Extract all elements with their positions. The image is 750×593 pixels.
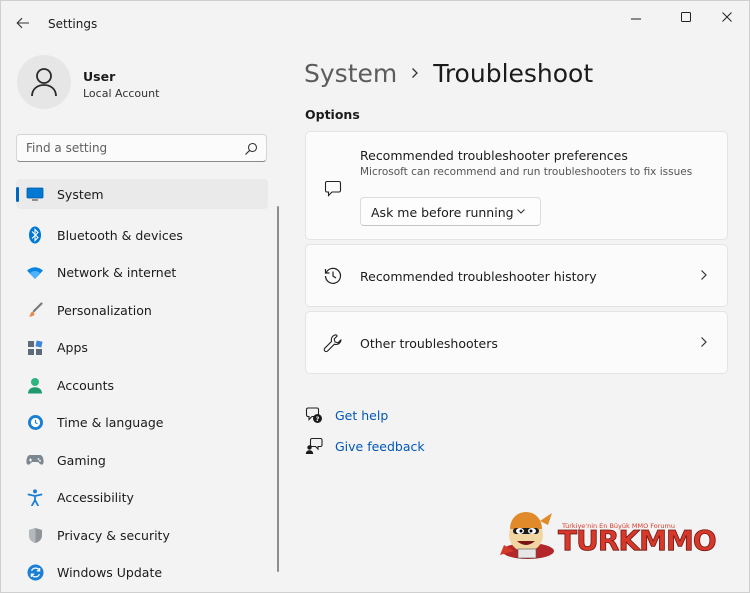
search-input[interactable] (26, 139, 236, 157)
sidebar-item-label: Personalization (57, 302, 152, 318)
sidebar-item-gaming[interactable]: Gaming (16, 442, 268, 480)
sidebar-item-apps[interactable]: Apps (16, 329, 268, 367)
watermark-tagline: Türkiye'nin En Büyük MMO Forumu (562, 522, 675, 530)
shield-icon (26, 526, 44, 544)
minimize-icon (631, 18, 641, 20)
breadcrumb-parent[interactable]: System (304, 59, 397, 88)
sidebar-item-label: Gaming (57, 452, 106, 468)
user-name: User (83, 69, 116, 84)
sidebar-item-accounts[interactable]: Accounts (16, 367, 268, 405)
chevron-right-icon (411, 67, 419, 79)
card-subtitle: Microsoft can recommend and run troubles… (360, 166, 693, 178)
brush-icon (26, 301, 44, 319)
person-avatar-icon (31, 68, 57, 97)
sidebar-nav: System Bluetooth & devices Network & int… (16, 179, 268, 592)
feedback-icon (305, 437, 323, 455)
other-troubleshooters-card[interactable]: Other troubleshooters (305, 311, 728, 374)
back-button[interactable] (11, 12, 35, 34)
wifi-icon (26, 264, 44, 282)
sidebar-item-windows-update[interactable]: Windows Update (16, 554, 268, 592)
help-icon: ? (305, 406, 323, 424)
sidebar-item-privacy-security[interactable]: Privacy & security (16, 517, 268, 555)
card-title: Recommended troubleshooter preferences (360, 148, 628, 163)
sidebar-item-bluetooth[interactable]: Bluetooth & devices (16, 217, 268, 255)
breadcrumb: System Troubleshoot (304, 55, 593, 91)
maximize-button[interactable] (663, 1, 709, 33)
give-feedback-link[interactable]: Give feedback (305, 437, 425, 455)
troubleshooter-preferences-card: Recommended troubleshooter preferences M… (305, 131, 728, 240)
sidebar-item-label: Time & language (57, 415, 164, 431)
section-title: Options (305, 107, 360, 122)
chevron-right-icon (701, 337, 707, 347)
sidebar-item-label: Privacy & security (57, 527, 170, 543)
history-icon (322, 265, 344, 287)
monitor-icon (26, 185, 44, 203)
get-help-link[interactable]: ? Get help (305, 406, 388, 424)
chevron-right-icon (701, 270, 707, 280)
card-title: Other troubleshooters (360, 336, 498, 351)
person-icon (26, 376, 44, 394)
turkmmo-watermark-logo: TURKMMO (500, 512, 717, 559)
sidebar-item-label: Network & internet (57, 265, 177, 281)
sidebar-item-system[interactable]: System (16, 179, 268, 209)
maximize-icon (681, 12, 691, 22)
chevron-down-icon (517, 209, 525, 214)
link-label: Get help (335, 407, 389, 423)
avatar[interactable] (17, 55, 71, 109)
sidebar-item-personalization[interactable]: Personalization (16, 292, 268, 330)
close-button[interactable] (704, 1, 750, 33)
sidebar-item-network[interactable]: Network & internet (16, 254, 268, 292)
update-icon (26, 564, 44, 582)
account-type: Local Account (83, 87, 160, 100)
sidebar-item-label: Bluetooth & devices (57, 227, 183, 243)
chat-bubble-icon (322, 177, 344, 199)
bluetooth-icon (26, 226, 44, 244)
app-title: Settings (48, 17, 98, 31)
link-label: Give feedback (335, 438, 425, 454)
title-bar: Settings (1, 1, 749, 41)
wrench-icon (322, 332, 344, 354)
card-title: Recommended troubleshooter history (360, 269, 597, 284)
sidebar-item-label: Accounts (57, 377, 114, 393)
troubleshooter-history-card[interactable]: Recommended troubleshooter history (305, 244, 728, 307)
dropdown-value: Ask me before running (371, 205, 514, 220)
sidebar-item-accessibility[interactable]: Accessibility (16, 479, 268, 517)
close-icon (722, 12, 732, 22)
troubleshooter-preference-dropdown[interactable]: Ask me before running (360, 197, 541, 226)
sidebar-item-label: Apps (57, 340, 88, 356)
arrow-left-icon (16, 17, 29, 29)
sidebar-item-time-language[interactable]: Time & language (16, 404, 268, 442)
page-title: Troubleshoot (433, 58, 594, 88)
search-icon[interactable] (243, 141, 259, 157)
sidebar-item-label: System (57, 186, 104, 202)
settings-window: Settings User Local Account System (0, 0, 750, 593)
minimize-button[interactable] (613, 1, 659, 33)
globe-clock-icon (26, 414, 44, 432)
gamepad-icon (26, 451, 44, 469)
accessibility-icon (26, 489, 44, 507)
search-box[interactable] (16, 134, 267, 162)
svg-text:?: ? (316, 415, 320, 423)
sidebar-item-label: Windows Update (57, 565, 163, 581)
sidebar-item-label: Accessibility (57, 490, 134, 506)
apps-icon (26, 339, 44, 357)
sidebar-scrollbar[interactable] (277, 206, 279, 572)
